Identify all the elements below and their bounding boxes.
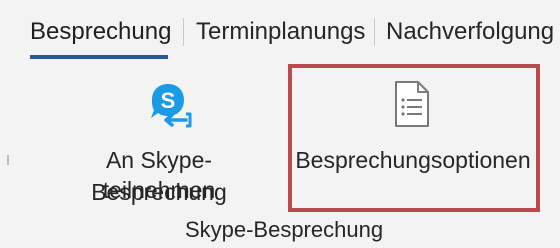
tab-label: Nachverfolgung — [386, 18, 555, 45]
join-skype-meeting-label-line2: teilnehmen — [102, 177, 216, 203]
tab-label: Besprechung — [30, 18, 172, 45]
tab-separator — [374, 18, 375, 46]
active-tab-underline — [30, 55, 168, 59]
tab-nachverfolgung[interactable]: Nachverfolgung — [386, 12, 560, 52]
group-divider — [7, 155, 9, 165]
skype-join-icon: S — [146, 80, 194, 133]
tab-separator — [183, 18, 184, 46]
tab-label: Terminplanungs — [196, 18, 366, 45]
join-skype-meeting-button[interactable]: S An Skype-Besprechung teilnehmen — [40, 66, 278, 214]
tab-besprechung[interactable]: Besprechung — [30, 12, 171, 52]
tab-terminplanung[interactable]: Terminplanungs — [196, 12, 370, 52]
ribbon-tabs: Besprechung Terminplanungs Nachverfolgun… — [0, 0, 560, 64]
highlight-box — [288, 64, 540, 212]
svg-text:S: S — [161, 88, 176, 113]
group-label: Skype-Besprechung — [184, 217, 384, 242]
